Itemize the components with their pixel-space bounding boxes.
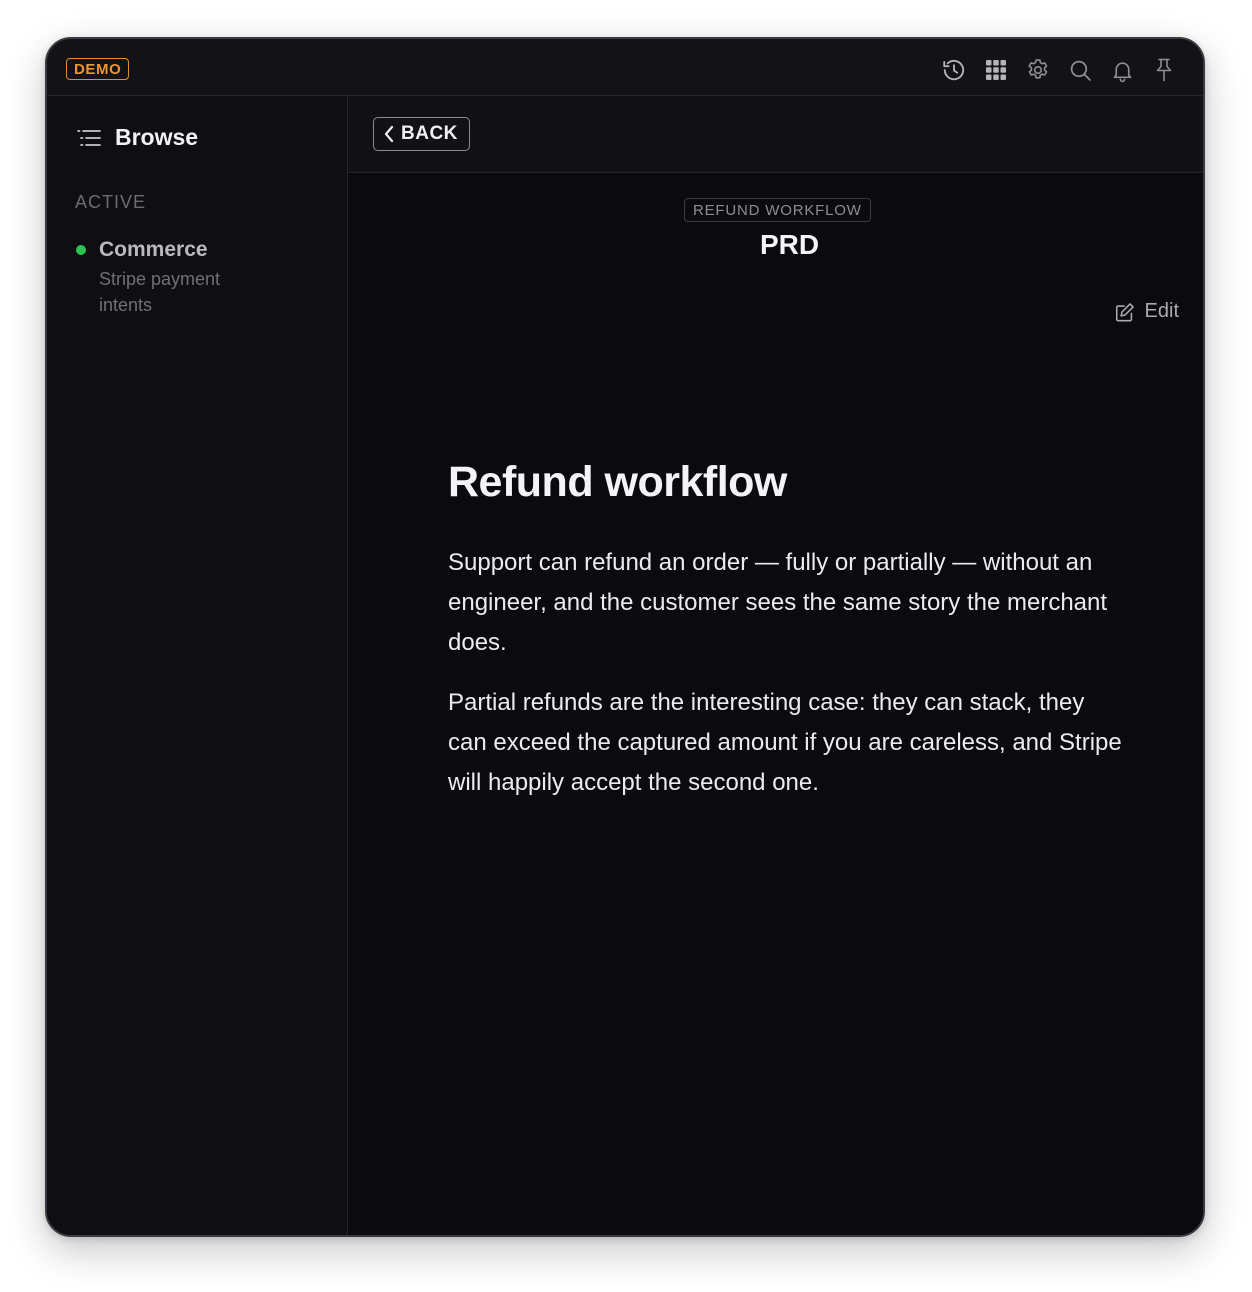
apps-grid-icon[interactable] <box>975 56 1017 84</box>
article-paragraph: Support can refund an order — fully or p… <box>448 549 1108 656</box>
list-icon <box>77 129 101 146</box>
history-icon[interactable] <box>933 56 975 84</box>
status-dot <box>76 245 86 255</box>
top-toolbar <box>933 56 1185 84</box>
edit-label: Edit <box>1144 300 1179 322</box>
back-label: BACK <box>401 123 458 144</box>
edit-icon <box>1115 302 1134 321</box>
browse-label: Browse <box>115 124 199 150</box>
main-panel: BACK REFUND WORKFLOW PRD Edit Refund wor… <box>348 96 1203 1235</box>
chevron-left-icon <box>384 125 394 143</box>
bell-icon[interactable] <box>1101 56 1143 84</box>
doc-kind-badge: REFUND WORKFLOW <box>684 198 871 222</box>
article: Refund workflow Support can refund an or… <box>448 456 1128 803</box>
section-label-active: ACTIVE <box>75 192 147 212</box>
sidebar-item-commerce[interactable]: Commerce Stripe payment intents <box>75 236 315 318</box>
main-header: BACK <box>348 96 1203 173</box>
doc-title: PRD <box>759 229 820 260</box>
app-window: DEMO Browse ACTIVE Commerce Stripe payme… <box>45 37 1205 1237</box>
back-button[interactable]: BACK <box>373 117 470 151</box>
gear-icon[interactable] <box>1017 56 1059 84</box>
sidebar-item-subtitle: Stripe payment intents <box>99 269 221 315</box>
article-heading: Refund workflow <box>448 458 787 506</box>
article-paragraph: Partial refunds are the interesting case… <box>448 689 1122 796</box>
sidebar-item-title: Commerce <box>99 238 208 261</box>
browse-button[interactable]: Browse <box>76 124 198 151</box>
edit-button[interactable]: Edit <box>1114 300 1179 323</box>
search-icon[interactable] <box>1059 56 1101 84</box>
top-bar: DEMO <box>47 39 1203 96</box>
sidebar: Browse ACTIVE Commerce Stripe payment in… <box>47 96 348 1235</box>
pin-icon[interactable] <box>1143 56 1185 84</box>
demo-badge: DEMO <box>66 58 130 80</box>
